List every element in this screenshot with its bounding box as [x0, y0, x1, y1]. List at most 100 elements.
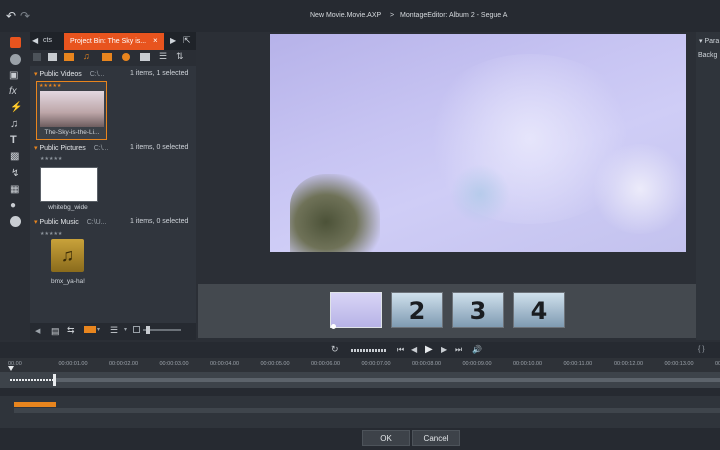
- play-icon[interactable]: ▶: [425, 344, 433, 355]
- effects-icon[interactable]: ↯: [11, 168, 19, 179]
- go-end-icon[interactable]: ⏭: [455, 345, 462, 355]
- step-forward-icon[interactable]: ▶: [441, 345, 447, 354]
- collapse-arrow-icon[interactable]: ▾: [34, 219, 38, 226]
- undo-icon[interactable]: ↶: [6, 9, 16, 23]
- parameters-label: Para: [704, 38, 720, 45]
- audio-filter-icon[interactable]: ♫: [83, 51, 90, 61]
- transition-icon[interactable]: ⚡: [10, 102, 22, 113]
- globe-icon[interactable]: [10, 54, 21, 65]
- tree-silhouette: [290, 174, 380, 252]
- ruler-tick-label: 00:00:12.00: [614, 361, 644, 367]
- record-icon[interactable]: [10, 216, 21, 227]
- ruler-tick-label: 00:00:01.00: [58, 361, 88, 367]
- section-public-pictures[interactable]: ▾ Public Pictures C:\... 1 items, 0 sele…: [34, 144, 194, 156]
- view-dropdown-icon[interactable]: ▾: [97, 326, 100, 333]
- project-filter-icon[interactable]: [122, 53, 130, 61]
- title-bar: ↶ ↷ New Movie.Movie.AXP > MontageEditor:…: [0, 0, 720, 32]
- video-thumbnail: [40, 91, 104, 127]
- tab-back-icon[interactable]: ◀: [32, 36, 38, 45]
- background-label[interactable]: Backg: [698, 52, 717, 59]
- media-caption: bmx_ya-ha!: [51, 278, 85, 285]
- playhead-icon[interactable]: [8, 366, 14, 371]
- sort-icon[interactable]: ⇅: [176, 51, 184, 62]
- editor-title: MontageEditor: Album 2 - Segue A: [400, 12, 508, 19]
- ruler-tick-label: 00:00:14: [715, 361, 720, 367]
- music-thumbnail-icon[interactable]: ♫: [51, 239, 84, 272]
- zoom-slider-handle[interactable]: [146, 326, 150, 334]
- video-filter-icon[interactable]: [64, 53, 74, 61]
- folder-icon[interactable]: [140, 53, 150, 61]
- media-item-video[interactable]: ★★★★★ The-Sky-is-the-Li...: [36, 81, 107, 140]
- section-public-music[interactable]: ▾ Public Music C:\U... 1 items, 0 select…: [34, 218, 194, 230]
- collapse-left-icon[interactable]: ◀: [35, 327, 40, 335]
- image-filter-icon[interactable]: [102, 53, 112, 61]
- audio-clip[interactable]: [14, 402, 56, 407]
- sync-icon[interactable]: ⇆: [67, 325, 75, 336]
- montage-icon[interactable]: ▩: [10, 151, 19, 162]
- add-icon[interactable]: [33, 53, 41, 61]
- section-title: Public Videos: [39, 71, 82, 78]
- import-icon[interactable]: ▤: [51, 326, 60, 337]
- media-caption: whitebg_wide: [48, 204, 88, 211]
- segment-thumbnail-4[interactable]: 4: [513, 292, 565, 328]
- segment-marker-icon: [331, 324, 336, 329]
- brackets-label[interactable]: { }: [698, 346, 705, 353]
- segment-number: 3: [469, 297, 487, 325]
- segment-number: 2: [408, 297, 426, 325]
- section-count: 1 items, 0 selected: [130, 218, 189, 225]
- properties-panel: [696, 32, 720, 340]
- timeline-ruler[interactable]: [0, 358, 720, 372]
- section-count: 1 items, 0 selected: [130, 144, 189, 151]
- video-preview[interactable]: [270, 34, 686, 252]
- collapse-arrow-icon[interactable]: ▾: [34, 145, 38, 152]
- library-icon[interactable]: [10, 37, 21, 48]
- loop-icon[interactable]: ↻: [331, 344, 339, 355]
- segment-thumbnail-3[interactable]: 3: [452, 292, 504, 328]
- segment-thumbnail-1[interactable]: [330, 292, 382, 328]
- segment-filmstrip: [198, 284, 696, 338]
- tab-forward-icon[interactable]: ▶: [170, 36, 176, 45]
- audio-icon[interactable]: ●: [10, 200, 16, 211]
- ruler-tick-label: 00:00:06.00: [311, 361, 341, 367]
- parameters-header[interactable]: ▾ Para: [699, 37, 719, 45]
- menu-icon[interactable]: ▦: [10, 184, 19, 195]
- segment-thumbnail-2[interactable]: 2: [391, 292, 443, 328]
- section-path: C:\U...: [86, 219, 107, 226]
- fx-icon[interactable]: fx: [9, 86, 17, 97]
- zoom-small-icon: [133, 326, 140, 333]
- list-view-icon[interactable]: ☰: [159, 51, 167, 62]
- collapse-arrow-icon[interactable]: ▾: [34, 71, 38, 78]
- text-icon[interactable]: T: [10, 134, 17, 146]
- cancel-button[interactable]: Cancel: [412, 430, 460, 446]
- volume-icon[interactable]: 🔊: [472, 345, 482, 354]
- music-icon[interactable]: ♫: [10, 118, 18, 130]
- redo-icon[interactable]: ↷: [20, 9, 30, 23]
- media-icon[interactable]: ▣: [9, 70, 18, 81]
- rating-stars[interactable]: ★★★★★: [40, 156, 62, 162]
- close-tab-icon[interactable]: ×: [153, 36, 158, 45]
- media-caption: The-Sky-is-the-Li...: [44, 129, 100, 136]
- track-clip-bar[interactable]: [56, 378, 720, 382]
- detail-dropdown-icon[interactable]: ▾: [124, 326, 127, 333]
- all-media-icon[interactable]: [48, 53, 57, 61]
- segment-number: 4: [530, 297, 548, 325]
- ruler-tick-label: 00:00:13.00: [664, 361, 694, 367]
- title-separator: >: [390, 12, 395, 19]
- ruler-tick-label: 00:00:11.00: [563, 361, 593, 367]
- tab-project-bin[interactable]: Project Bin: The Sky is...: [64, 33, 164, 50]
- track-lane: [14, 408, 720, 413]
- shuttle-control[interactable]: [351, 349, 387, 352]
- ok-button[interactable]: OK: [362, 430, 410, 446]
- step-back-icon[interactable]: ◀: [411, 345, 417, 354]
- go-start-icon[interactable]: ⏮: [397, 345, 404, 355]
- expand-icon[interactable]: ⇱: [183, 35, 191, 46]
- picture-thumbnail[interactable]: [40, 167, 98, 202]
- rating-stars[interactable]: ★★★★★: [39, 83, 61, 89]
- detail-view-icon[interactable]: ☰: [110, 325, 118, 336]
- section-path: C:\...: [89, 71, 105, 78]
- ruler-tick-label: 00:00:02.00: [109, 361, 139, 367]
- rating-stars[interactable]: ★★★★★: [40, 231, 62, 237]
- section-path: C:\...: [93, 145, 109, 152]
- section-title: Public Music: [39, 219, 79, 226]
- grid-view-icon[interactable]: [84, 326, 96, 333]
